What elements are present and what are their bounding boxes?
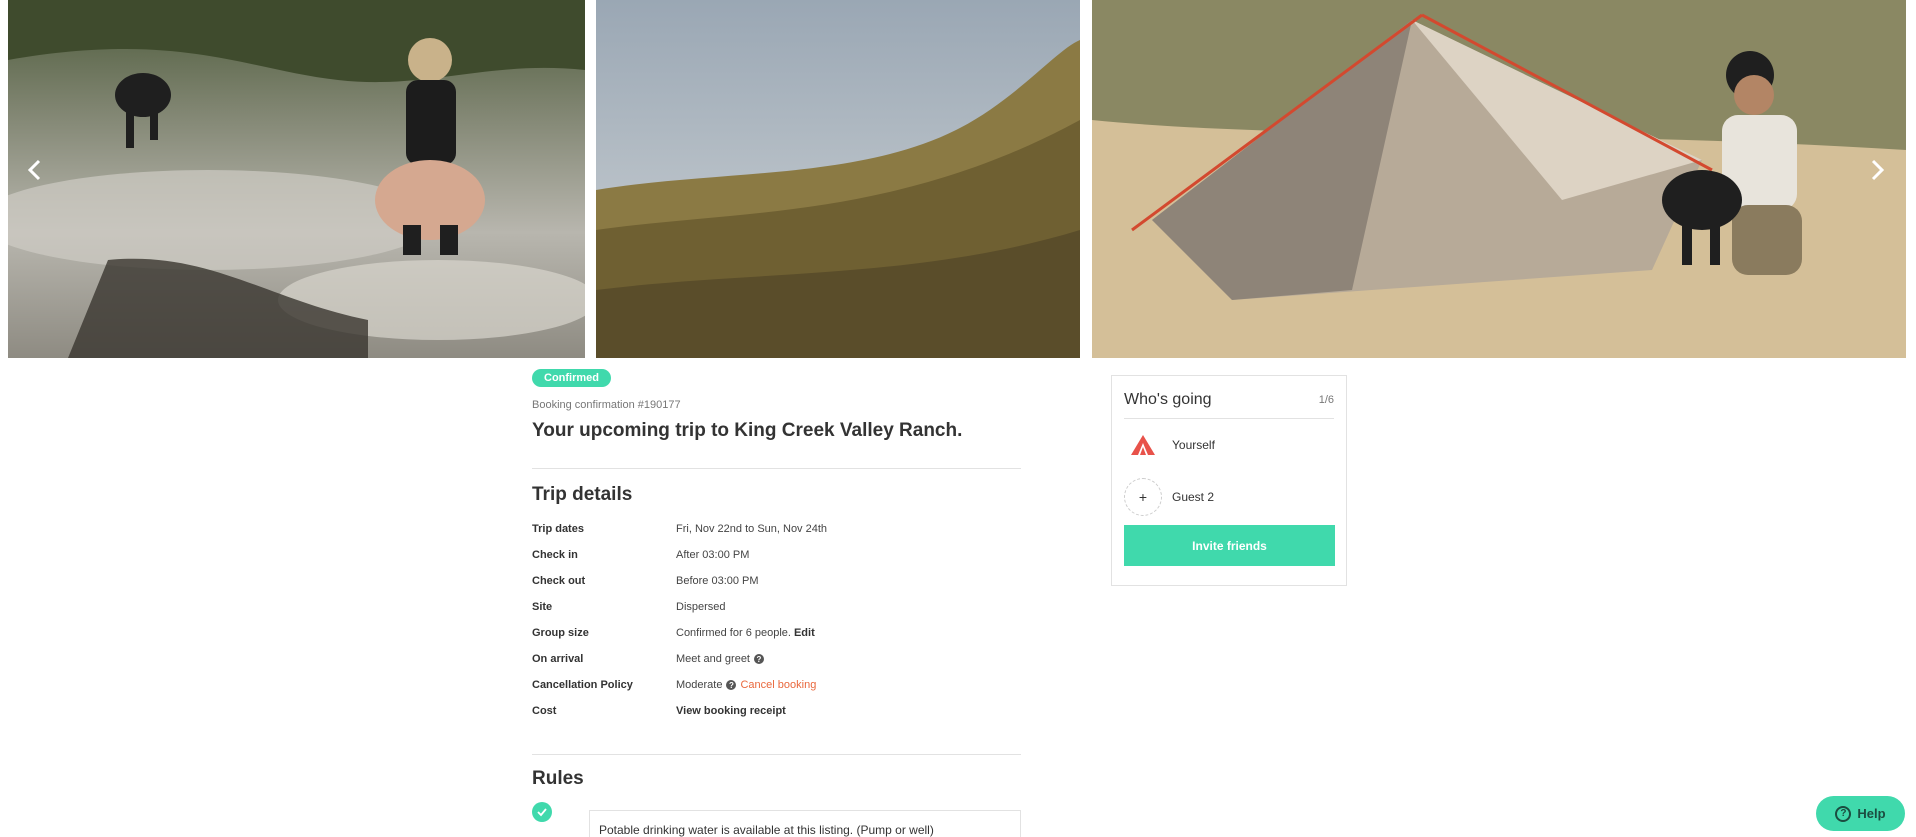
gallery-next-button[interactable] xyxy=(1862,155,1892,185)
detail-row-trip-dates: Trip dates Fri, Nov 22nd to Sun, Nov 24t… xyxy=(532,516,1021,542)
photo-gallery xyxy=(0,0,1916,358)
question-circle-icon[interactable]: ? xyxy=(754,654,764,664)
detail-value-group: Confirmed for 6 people. Edit xyxy=(676,627,815,639)
trip-details-title: Trip details xyxy=(532,484,633,505)
man-with-dog-and-tent-photo xyxy=(1092,0,1906,358)
booking-confirmation-number: Booking confirmation #190177 xyxy=(532,399,681,411)
status-badge: Confirmed xyxy=(532,369,611,387)
whos-going-header: Who's going 1/6 xyxy=(1124,376,1334,419)
detail-label: Check in xyxy=(532,549,578,561)
divider xyxy=(532,468,1021,469)
rule-text: Potable drinking water is available at t… xyxy=(589,810,1021,837)
detail-label: Trip dates xyxy=(532,523,584,535)
whos-going-card: Who's going 1/6 Yourself + Guest 2 Invit… xyxy=(1111,375,1347,586)
detail-value: Before 03:00 PM xyxy=(676,575,759,587)
check-icon xyxy=(532,802,552,822)
question-circle-icon: ? xyxy=(1835,805,1852,822)
detail-value: After 03:00 PM xyxy=(676,549,750,561)
page-title: Your upcoming trip to King Creek Valley … xyxy=(532,420,963,441)
gallery-previous-button[interactable] xyxy=(20,155,50,185)
woman-by-creek-photo xyxy=(8,0,585,358)
detail-value-arrival: Meet and greet ? xyxy=(676,653,764,665)
detail-label: Group size xyxy=(532,627,589,639)
detail-row-cancellation-policy: Cancellation Policy Moderate ? Cancel bo… xyxy=(532,672,1021,698)
detail-row-cost: Cost View booking receipt xyxy=(532,698,1021,724)
divider xyxy=(532,754,1021,755)
help-label: Help xyxy=(1857,806,1886,821)
rules-title: Rules xyxy=(532,768,584,789)
chevron-left-icon xyxy=(27,159,41,181)
detail-row-group-size: Group size Confirmed for 6 people. Edit xyxy=(532,620,1021,646)
group-size-text: Confirmed for 6 people. xyxy=(676,627,791,639)
detail-label: Cost xyxy=(532,705,557,717)
cancellation-policy-text: Moderate xyxy=(676,679,723,691)
edit-group-size-link[interactable]: Edit xyxy=(794,627,815,639)
cancel-booking-link[interactable]: Cancel booking xyxy=(740,679,816,691)
detail-label: Check out xyxy=(532,575,586,587)
detail-label: Site xyxy=(532,601,553,613)
detail-value: Fri, Nov 22nd to Sun, Nov 24th xyxy=(676,523,828,535)
guest-item-guest-2[interactable]: + Guest 2 xyxy=(1124,471,1334,523)
guest-item-yourself: Yourself xyxy=(1124,419,1334,471)
detail-row-check-out: Check out Before 03:00 PM xyxy=(532,568,1021,594)
invite-friends-button[interactable]: Invite friends xyxy=(1124,525,1335,566)
plus-icon[interactable]: + xyxy=(1124,478,1162,516)
question-circle-icon[interactable]: ? xyxy=(726,680,737,690)
guest-name: Yourself xyxy=(1172,438,1215,452)
detail-value: Dispersed xyxy=(676,601,726,613)
trip-details-list: Trip dates Fri, Nov 22nd to Sun, Nov 24t… xyxy=(532,516,1021,724)
guest-count: 1/6 xyxy=(1318,394,1334,406)
on-arrival-text: Meet and greet xyxy=(676,653,750,665)
detail-row-site: Site Dispersed xyxy=(532,594,1021,620)
grassy-hillside-photo xyxy=(596,0,1080,358)
detail-value-cost: View booking receipt xyxy=(676,705,786,717)
help-button[interactable]: ? Help xyxy=(1816,796,1905,831)
trip-main-column: Confirmed Booking confirmation #190177 Y… xyxy=(532,368,1021,837)
view-booking-receipt-link[interactable]: View booking receipt xyxy=(676,705,786,717)
guest-name: Guest 2 xyxy=(1172,490,1215,504)
detail-label: On arrival xyxy=(532,653,584,665)
whos-going-title: Who's going xyxy=(1124,391,1212,408)
detail-row-check-in: Check in After 03:00 PM xyxy=(532,542,1021,568)
detail-value-cancellation: Moderate ? Cancel booking xyxy=(676,679,816,691)
chevron-right-icon xyxy=(1871,159,1885,181)
detail-label: Cancellation Policy xyxy=(532,679,633,691)
detail-row-on-arrival: On arrival Meet and greet ? xyxy=(532,646,1021,672)
hipcamp-logo-icon xyxy=(1124,426,1162,464)
rule-item: Potable drinking water is available at t… xyxy=(532,802,1021,837)
